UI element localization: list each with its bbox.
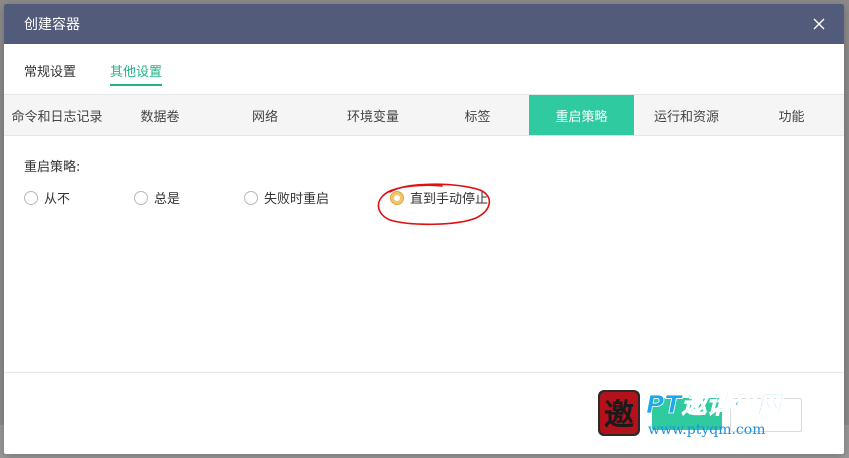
radio-always-label: 总是 — [154, 192, 181, 207]
radio-circle-icon — [134, 190, 148, 205]
tab-other-settings[interactable]: 其他设置 — [110, 61, 163, 86]
restart-policy-radio-group: 从不 总是 失败时重启 直到手动停止 — [24, 188, 824, 212]
close-icon[interactable] — [812, 17, 826, 31]
subtab-volumes[interactable]: 数据卷 — [110, 95, 210, 135]
subtab-labels[interactable]: 标签 — [426, 95, 529, 135]
radio-on-failure-label: 失败时重启 — [264, 192, 330, 207]
restart-policy-label: 重启策略: — [24, 160, 81, 175]
radio-unless-stopped-label: 直到手动停止 — [410, 192, 489, 207]
radio-circle-icon — [244, 190, 258, 205]
restart-policy-panel: 重启策略: 从不 总是 失败时重启 直到手动停止 — [24, 156, 824, 207]
radio-circle-icon — [24, 190, 38, 205]
footer-divider — [4, 372, 844, 373]
dialog-header: 创建容器 — [4, 4, 844, 44]
subtab-runtime-resources[interactable]: 运行和资源 — [634, 95, 739, 135]
dialog-title: 创建容器 — [24, 17, 80, 33]
main-tabs: 常规设置 其他设置 — [24, 61, 163, 86]
sub-tabs: 命令和日志记录 数据卷 网络 环境变量 标签 重启策略 运行和资源 功能 — [4, 94, 844, 136]
subtab-restart-policy[interactable]: 重启策略 — [529, 95, 634, 135]
confirm-button[interactable] — [652, 398, 722, 430]
subtab-capabilities[interactable]: 功能 — [739, 95, 844, 135]
radio-never[interactable]: 从不 — [24, 188, 70, 207]
create-container-dialog: 创建容器 常规设置 其他设置 命令和日志记录 数据卷 网络 环境变量 标签 重启… — [4, 4, 844, 454]
subtab-network[interactable]: 网络 — [210, 95, 320, 135]
tab-general-settings[interactable]: 常规设置 — [24, 61, 76, 86]
radio-circle-checked-icon — [390, 190, 404, 205]
radio-on-failure[interactable]: 失败时重启 — [244, 188, 329, 207]
subtab-command-logging[interactable]: 命令和日志记录 — [4, 95, 110, 135]
radio-always[interactable]: 总是 — [134, 188, 180, 207]
radio-unless-stopped[interactable]: 直到手动停止 — [390, 188, 488, 207]
subtab-env-vars[interactable]: 环境变量 — [320, 95, 426, 135]
radio-never-label: 从不 — [44, 192, 71, 207]
cancel-button[interactable] — [730, 398, 802, 432]
